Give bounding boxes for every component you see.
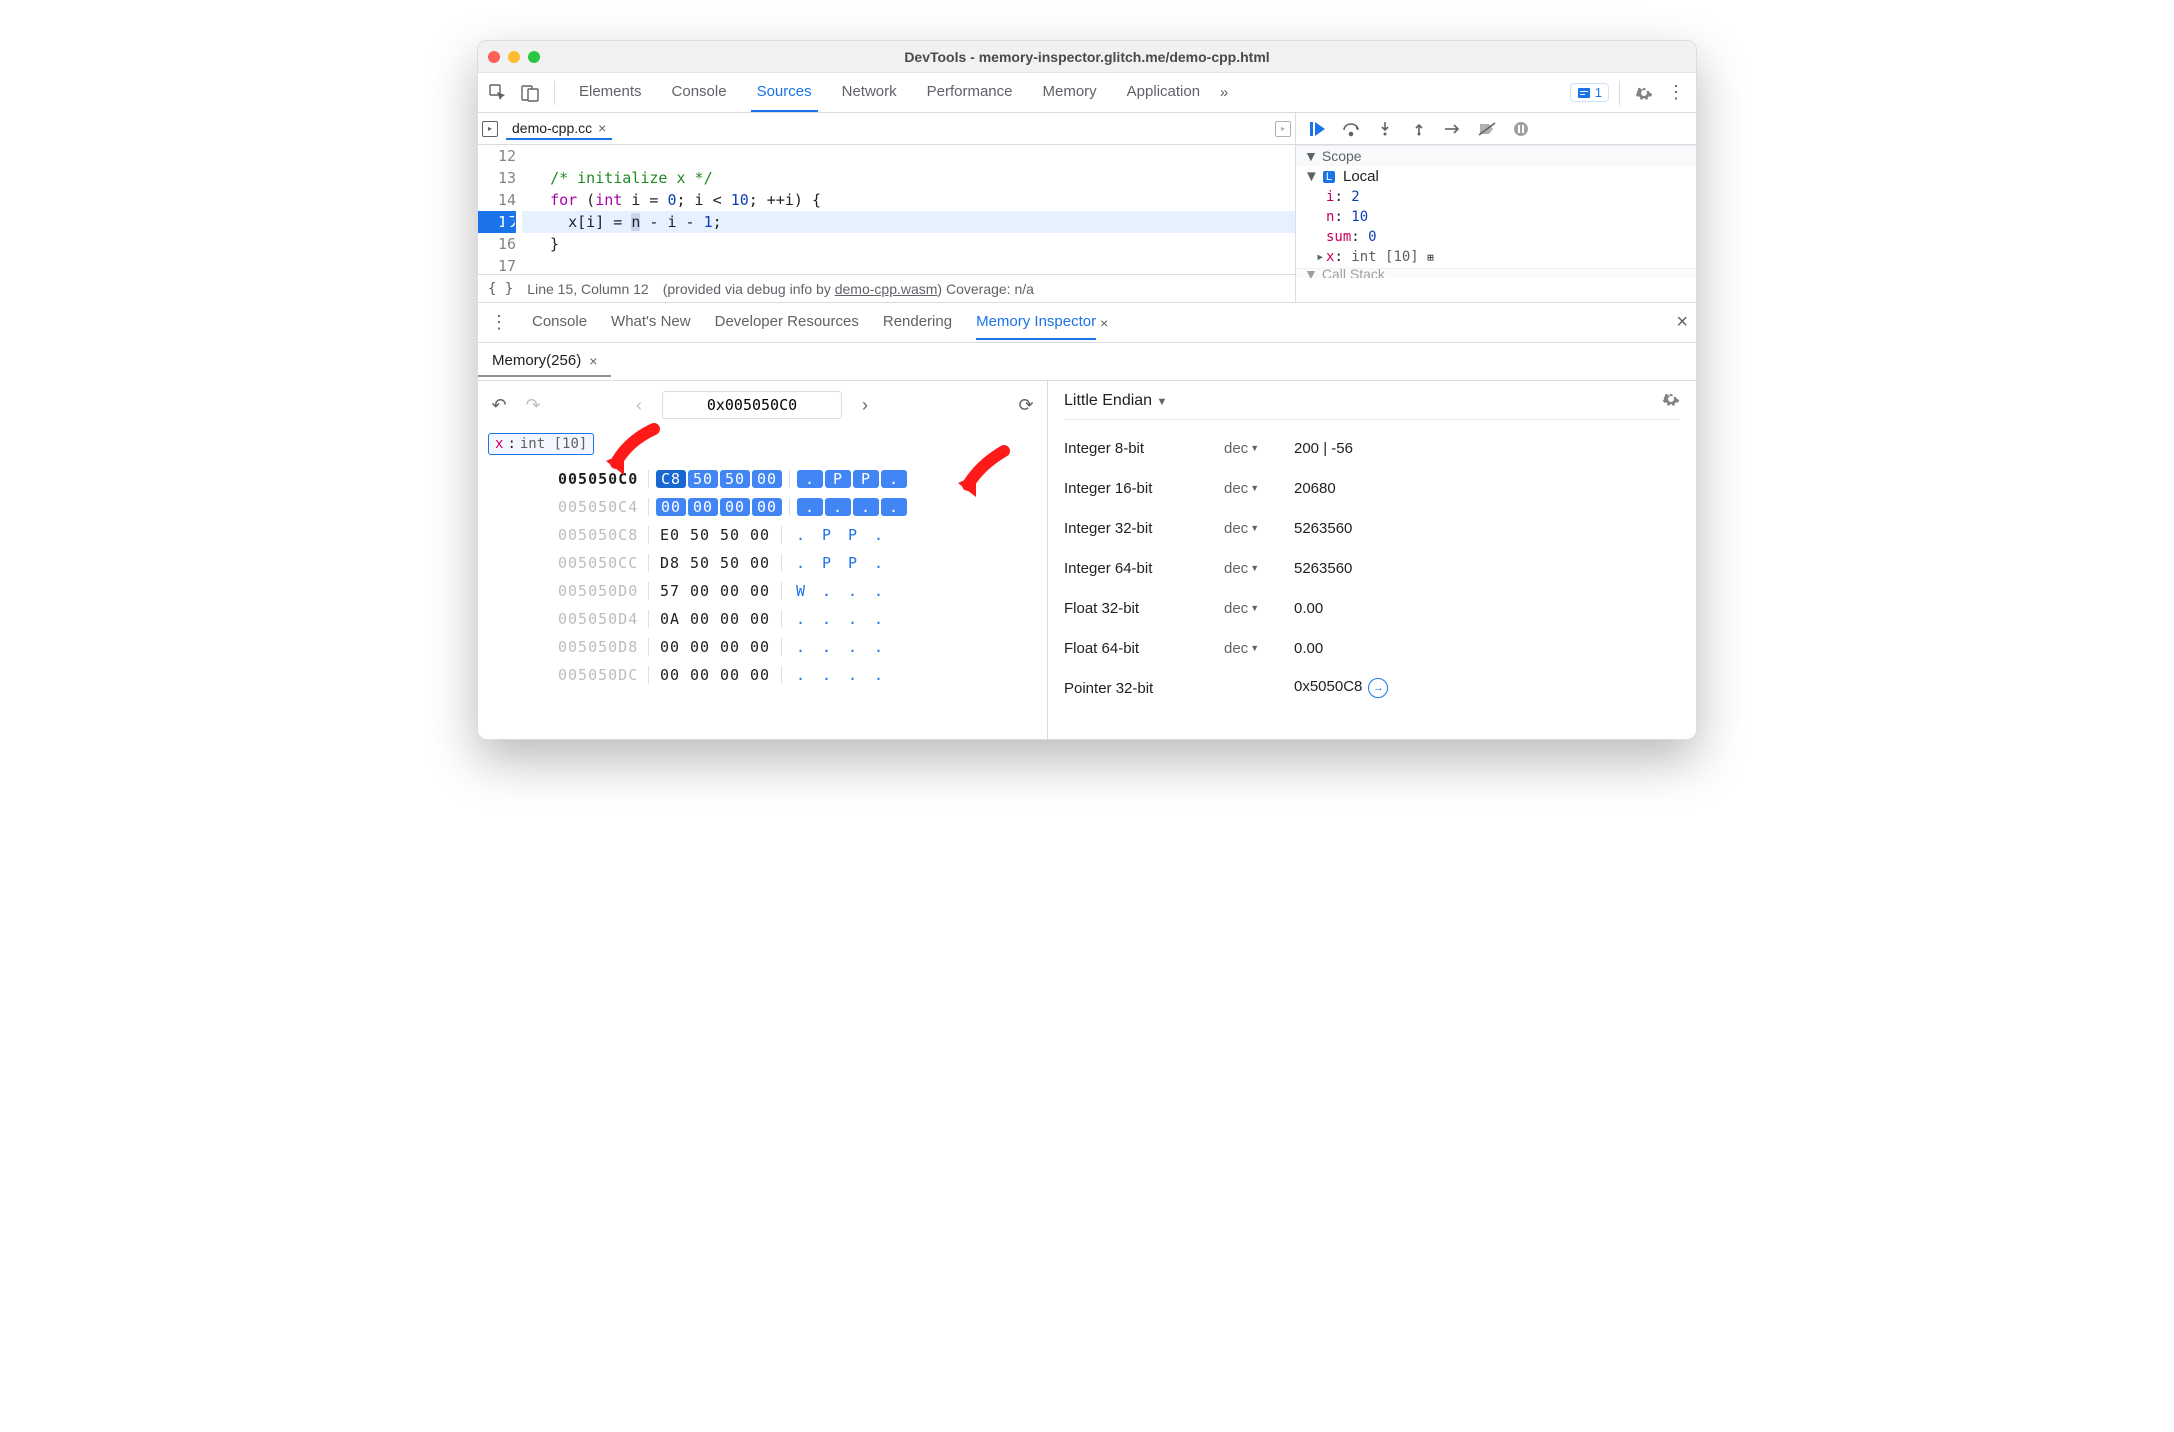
drawer-menu-icon[interactable]: ⋮ <box>486 312 512 333</box>
scope-var[interactable]: ▸x: int [10] ⊞ <box>1316 247 1696 268</box>
annotation-arrow <box>606 423 666 479</box>
refresh-icon[interactable]: ⟳ <box>1015 394 1037 416</box>
memory-hex-panel: ↶ ↷ ‹ › ⟳ x: int [10] 005050C0C8505000.P… <box>478 381 1048 739</box>
maximize-window[interactable] <box>528 51 540 63</box>
memory-value-panel: Little Endian ▼ Integer 8-bitdec ▼200 | … <box>1048 381 1696 739</box>
pretty-print-icon[interactable]: { } <box>488 281 513 297</box>
jump-to-pointer-icon[interactable]: → <box>1368 678 1388 698</box>
value-settings-icon[interactable] <box>1662 390 1680 412</box>
run-snippet-icon[interactable]: ▸ <box>1275 121 1291 137</box>
kebab-menu-icon[interactable]: ⋮ <box>1662 79 1690 107</box>
memory-tab[interactable]: Memory(256) × <box>478 346 611 377</box>
step-icon[interactable] <box>1442 118 1464 140</box>
endian-select[interactable]: Little Endian ▼ <box>1064 392 1167 410</box>
navigator-toggle-icon[interactable]: ▸ <box>482 121 498 137</box>
type-row: Integer 64-bitdec ▼5263560 <box>1064 548 1680 588</box>
type-row: Pointer 32-bit0x5050C8→ <box>1064 668 1680 708</box>
hex-row[interactable]: 005050D057000000W... <box>558 577 1037 605</box>
scope-var[interactable]: sum: 0 <box>1316 227 1696 247</box>
editor-status-bar: { } Line 15, Column 12 (provided via deb… <box>478 274 1295 302</box>
scope-var[interactable]: i: 2 <box>1316 187 1696 207</box>
undo-icon[interactable]: ↶ <box>488 394 510 416</box>
resume-icon[interactable] <box>1306 118 1328 140</box>
object-chip[interactable]: x: int [10] <box>488 433 594 455</box>
step-over-icon[interactable] <box>1340 118 1362 140</box>
prev-page-icon[interactable]: ‹ <box>628 394 650 416</box>
hex-row[interactable]: 005050D40A000000.... <box>558 605 1037 633</box>
settings-gear-icon[interactable] <box>1630 79 1658 107</box>
file-tab-label: demo-cpp.cc <box>512 120 592 136</box>
close-tab-icon[interactable]: × <box>598 120 606 136</box>
file-tab-bar: ▸ demo-cpp.cc × ▸ <box>478 113 1295 145</box>
type-row: Integer 32-bitdec ▼5263560 <box>1064 508 1680 548</box>
traffic-lights <box>488 51 540 63</box>
tab-console[interactable]: Console <box>666 73 733 112</box>
tab-network[interactable]: Network <box>836 73 903 112</box>
local-scope-header[interactable]: ▼LLocal <box>1296 166 1696 187</box>
drawer-tab-what-s-new[interactable]: What's New <box>611 305 691 340</box>
hex-row[interactable]: 005050D800000000.... <box>558 633 1037 661</box>
debugger-toolbar <box>1296 113 1696 145</box>
type-row: Integer 8-bitdec ▼200 | -56 <box>1064 428 1680 468</box>
tab-elements[interactable]: Elements <box>573 73 648 112</box>
scope-var[interactable]: n: 10 <box>1316 207 1696 227</box>
format-select[interactable]: dec ▼ <box>1224 600 1294 617</box>
type-row: Float 32-bitdec ▼0.00 <box>1064 588 1680 628</box>
format-select[interactable]: dec ▼ <box>1224 640 1294 657</box>
address-input[interactable] <box>662 391 842 419</box>
format-select[interactable]: dec ▼ <box>1224 520 1294 537</box>
more-tabs-icon[interactable]: » <box>1210 79 1238 107</box>
deactivate-breakpoints-icon[interactable] <box>1476 118 1498 140</box>
tab-sources[interactable]: Sources <box>751 73 818 112</box>
next-page-icon[interactable]: › <box>854 394 876 416</box>
close-drawer-icon[interactable]: × <box>1676 311 1688 334</box>
format-select[interactable]: dec ▼ <box>1224 560 1294 577</box>
close-panel-icon[interactable]: × <box>1100 315 1108 331</box>
format-select[interactable]: dec ▼ <box>1224 480 1294 497</box>
drawer-tab-bar: ⋮ Console What's New Developer Resources Re… <box>478 303 1696 343</box>
close-window[interactable] <box>488 51 500 63</box>
hex-row[interactable]: 005050CCD8505000.PP. <box>558 549 1037 577</box>
hex-row[interactable]: 005050DC00000000.... <box>558 661 1037 689</box>
cursor-position: Line 15, Column 12 <box>527 281 648 297</box>
tab-application[interactable]: Application <box>1121 73 1206 112</box>
drawer-tab-developer-resources[interactable]: Developer Resources <box>715 305 859 340</box>
callstack-header[interactable]: ▼Call Stack <box>1296 268 1696 278</box>
pause-on-exception-icon[interactable] <box>1510 118 1532 140</box>
hex-row[interactable]: 005050C8E0505000.PP. <box>558 521 1037 549</box>
issues-count: 1 <box>1595 85 1602 100</box>
scope-header[interactable]: ▼Scope <box>1296 145 1696 166</box>
memory-inspector-tabs: Memory(256) × <box>478 343 1696 381</box>
tab-performance[interactable]: Performance <box>921 73 1019 112</box>
step-out-icon[interactable] <box>1408 118 1430 140</box>
issues-badge[interactable]: 1 <box>1570 83 1609 102</box>
drawer-tab-rendering[interactable]: Rendering <box>883 305 952 340</box>
code-editor[interactable]: 121314151617 /* initialize x */ for (int… <box>478 145 1295 274</box>
type-row: Float 64-bitdec ▼0.00 <box>1064 628 1680 668</box>
drawer-tab-console[interactable]: Console <box>532 305 587 340</box>
redo-icon[interactable]: ↷ <box>522 394 544 416</box>
type-row: Integer 16-bitdec ▼20680 <box>1064 468 1680 508</box>
device-toolbar-icon[interactable] <box>516 79 544 107</box>
format-select[interactable]: dec ▼ <box>1224 440 1294 457</box>
minimize-window[interactable] <box>508 51 520 63</box>
annotation-arrow <box>956 445 1014 503</box>
drawer-tab-memory-inspector[interactable]: Memory Inspector <box>976 305 1096 340</box>
file-tab-demo-cpp[interactable]: demo-cpp.cc × <box>506 118 612 140</box>
tab-memory[interactable]: Memory <box>1037 73 1103 112</box>
debug-info: (provided via debug info by demo-cpp.was… <box>663 281 1034 297</box>
step-into-icon[interactable] <box>1374 118 1396 140</box>
main-tabs: Elements Console Sources Network Performance… <box>573 73 1206 112</box>
close-memory-tab-icon[interactable]: × <box>589 353 597 369</box>
titlebar: DevTools - memory-inspector.glitch.me/de… <box>478 41 1696 73</box>
main-toolbar: Elements Console Sources Network Performance… <box>478 73 1696 113</box>
window-title: DevTools - memory-inspector.glitch.me/de… <box>478 49 1696 65</box>
inspect-element-icon[interactable] <box>484 79 512 107</box>
